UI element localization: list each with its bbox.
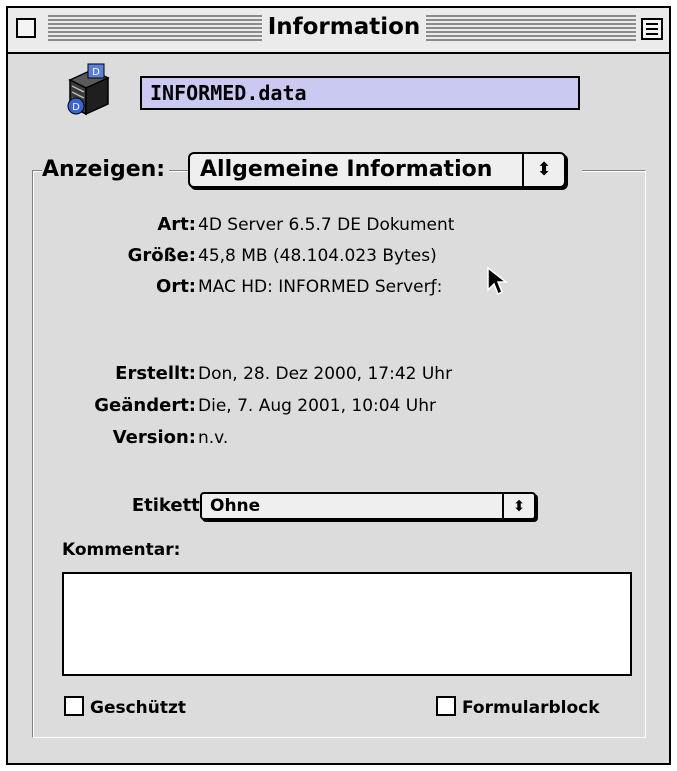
kind-value: 4D Server 6.5.7 DE Dokument xyxy=(198,215,455,235)
mouse-pointer-icon xyxy=(487,266,508,296)
comment-label: Kommentar: xyxy=(62,540,181,560)
checkbox-box[interactable] xyxy=(436,696,456,716)
version-label: Version: xyxy=(112,427,196,448)
filename-field[interactable]: INFORMED.data xyxy=(140,76,580,110)
info-row-modified: Geändert: Die, 7. Aug 2001, 10:04 Uhr xyxy=(0,394,660,418)
info-row-where: Ort: MAC HD: INFORMED Serverƒ: xyxy=(0,275,660,299)
label-popup-selected: Ohne xyxy=(210,496,261,516)
checkbox-box[interactable] xyxy=(64,696,84,716)
locked-checkbox[interactable]: Geschützt xyxy=(64,696,186,719)
size-value: 45,8 MB (48.104.023 Bytes) xyxy=(198,246,437,266)
modified-value: Die, 7. Aug 2001, 10:04 Uhr xyxy=(198,396,436,416)
svg-text:D: D xyxy=(92,67,100,78)
label-select-label: Etikett: xyxy=(131,495,207,516)
info-row-size: Größe: 45,8 MB (48.104.023 Bytes) xyxy=(0,244,660,268)
up-down-arrows-icon: ⬍ xyxy=(502,494,534,518)
where-value: MAC HD: INFORMED Serverƒ: xyxy=(198,277,443,297)
windowshade-box[interactable] xyxy=(641,18,663,40)
stationery-checkbox[interactable]: Formularblock xyxy=(436,696,600,719)
close-box[interactable] xyxy=(16,18,36,38)
kind-label: Art: xyxy=(157,214,196,235)
4d-database-file-icon: D D xyxy=(67,63,110,116)
title-stripes-left xyxy=(48,15,262,41)
label-popup-menu[interactable]: Ohne ⬍ xyxy=(200,492,536,520)
created-value: Don, 28. Dez 2000, 17:42 Uhr xyxy=(198,364,453,384)
up-down-arrows-icon: ⬍ xyxy=(522,154,564,186)
title-bar[interactable]: Information xyxy=(8,8,669,54)
version-value: n.v. xyxy=(198,428,229,448)
modified-label: Geändert: xyxy=(94,395,196,416)
show-label: Anzeigen: xyxy=(42,155,170,185)
info-row-version: Version: n.v. xyxy=(0,426,660,450)
size-label: Größe: xyxy=(127,245,196,266)
window-title: Information xyxy=(262,12,426,42)
info-row-created: Erstellt: Don, 28. Dez 2000, 17:42 Uhr xyxy=(0,362,660,386)
created-label: Erstellt: xyxy=(115,363,196,384)
info-row-kind: Art: 4D Server 6.5.7 DE Dokument xyxy=(0,213,660,237)
svg-text:D: D xyxy=(72,102,80,113)
show-popup-selected: Allgemeine Information xyxy=(200,157,493,182)
show-popup-menu[interactable]: Allgemeine Information ⬍ xyxy=(188,152,566,188)
comment-textarea[interactable] xyxy=(62,572,632,676)
where-label: Ort: xyxy=(156,276,196,297)
locked-checkbox-label: Geschützt xyxy=(90,698,187,718)
title-stripes-right xyxy=(426,15,636,41)
stationery-checkbox-label: Formularblock xyxy=(462,698,600,718)
